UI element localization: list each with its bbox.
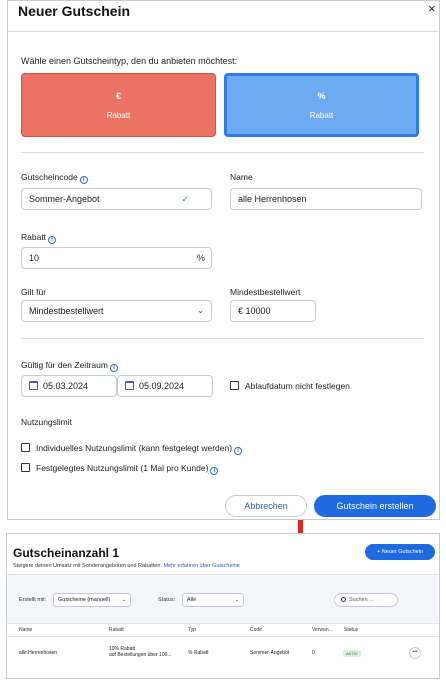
info-icon[interactable]: i <box>210 467 219 475</box>
dialog-title: Neuer Gutschein <box>18 3 131 19</box>
column-header[interactable]: Verwen... <box>312 627 333 633</box>
close-icon[interactable]: × <box>428 2 436 15</box>
checkbox-icon[interactable] <box>230 381 239 390</box>
row-discount-line2: auf Bestellungen über 100... <box>109 652 172 658</box>
status-filter-label: Status: <box>158 597 176 603</box>
row-code: Sommer-Angebot <box>250 650 290 656</box>
divider <box>8 31 439 32</box>
checkbox-icon[interactable] <box>21 463 30 472</box>
checkbox-icon[interactable] <box>21 443 30 452</box>
created-with-label: Erstellt mit: <box>19 597 47 603</box>
search-placeholder: Suchen ... <box>349 597 374 603</box>
coupon-code-label: Gutscheincode i <box>21 172 88 184</box>
page-title: Gutscheinanzahl 1 <box>13 546 120 560</box>
page-subtitle: Steigere deinen Umsatz mit Sonderangebot… <box>13 563 240 569</box>
subtitle-text: Steigere deinen Umsatz mit Sonderangebot… <box>13 563 162 569</box>
table-row[interactable]: alle Herrenhosen 10% Rabatt auf Bestellun… <box>7 637 439 667</box>
validity-period-label-text: Gültig für den Zeitraum <box>21 360 108 370</box>
validity-period-label: Gültig für den Zeitraum i <box>21 360 118 372</box>
applies-to-select[interactable]: Mindestbestellwert ⌄ <box>21 300 212 322</box>
discount-input[interactable]: 10 % <box>21 247 212 269</box>
row-type: % Rabatt <box>188 650 209 656</box>
divider <box>21 338 424 339</box>
status-filter-value: Alle <box>187 597 197 603</box>
coupon-type-percent-discount[interactable]: % Rabatt <box>224 73 419 137</box>
calendar-icon <box>29 381 38 390</box>
row-uses: 0 <box>312 650 315 656</box>
discount-value: 10 <box>29 253 40 263</box>
column-header[interactable]: Typ <box>188 627 196 633</box>
column-header[interactable]: Code <box>250 627 262 633</box>
info-icon[interactable]: i <box>234 447 243 455</box>
created-with-value: Gutscheine (manuell) <box>58 597 111 603</box>
coupon-code-input[interactable]: Sommer-Angebot ✓ <box>21 188 212 210</box>
end-date-value: 05.09.2024 <box>139 381 185 391</box>
individual-limit-checkbox[interactable]: Individuelles Nutzungslimit (kann festge… <box>21 443 243 455</box>
search-input[interactable]: Suchen ... <box>334 593 398 607</box>
chevron-down-icon: ⌄ <box>197 306 204 315</box>
status-filter-select[interactable]: Alle ⌄ <box>182 593 244 607</box>
percent-icon: % <box>317 91 326 101</box>
coupon-type-euro-discount[interactable]: € Rabatt <box>21 73 216 137</box>
discount-label: Rabatt i <box>21 232 57 244</box>
coupon-type-label: Rabatt <box>309 111 334 120</box>
info-icon[interactable]: i <box>109 364 118 372</box>
no-expiry-checkbox[interactable]: Ablaufdatum nicht festlegen <box>230 381 350 391</box>
coupon-type-prompt: Wähle einen Gutscheintyp, den du anbiete… <box>21 56 238 66</box>
percent-suffix: % <box>196 253 205 263</box>
individual-limit-label: Individuelles Nutzungslimit (kann festge… <box>36 443 233 453</box>
coupon-list-panel: Gutscheinanzahl 1 Steigere deinen Umsatz… <box>6 533 440 679</box>
column-header[interactable]: Name <box>19 627 32 633</box>
check-icon: ✓ <box>181 194 189 204</box>
chevron-down-icon: ⌄ <box>234 597 239 603</box>
name-label: Name <box>230 172 253 182</box>
status-badge: AKTIV <box>343 650 361 657</box>
table-header: Name Rabatt Typ Code Verwen... Status <box>7 623 439 637</box>
calendar-icon <box>125 381 134 390</box>
start-date-input[interactable]: 05.03.2024 <box>21 375 117 397</box>
column-header[interactable]: Rabatt <box>109 627 124 633</box>
chevron-down-icon: ⌄ <box>121 597 126 603</box>
name-input[interactable]: alle Herrenhosen <box>230 188 422 210</box>
discount-label-text: Rabatt <box>21 232 47 242</box>
coupon-type-label: Rabatt <box>106 111 131 120</box>
new-coupon-button[interactable]: + Neuer Gutschein <box>365 544 435 560</box>
divider <box>21 152 424 153</box>
fixed-limit-label: Festgelegtes Nutzungslimit (1 Mal pro Ku… <box>36 463 209 473</box>
min-order-input[interactable]: € 10000 <box>230 300 316 322</box>
info-icon[interactable]: i <box>79 176 88 184</box>
start-date-value: 05.03.2024 <box>43 381 89 391</box>
fixed-limit-checkbox[interactable]: Festgelegtes Nutzungslimit (1 Mal pro Ku… <box>21 463 219 475</box>
coupon-code-value: Sommer-Angebot <box>29 194 100 204</box>
end-date-input[interactable]: 05.09.2024 <box>117 375 213 397</box>
filter-bar: Erstellt mit: Gutscheine (manuell) ⌄ Stat… <box>7 574 439 623</box>
min-order-label: Mindestbestellwert <box>230 287 301 297</box>
usage-limit-heading: Nutzungslimit <box>21 417 73 427</box>
more-actions-icon[interactable]: ••• <box>409 647 421 659</box>
applies-to-label: Gilt für <box>21 287 47 297</box>
cancel-button[interactable]: Abbrechen <box>225 495 307 517</box>
create-coupon-button[interactable]: Gutschein erstellen <box>314 495 436 517</box>
row-discount: 10% Rabatt auf Bestellungen über 100... <box>109 646 172 658</box>
column-header[interactable]: Status <box>344 627 358 633</box>
created-with-select[interactable]: Gutscheine (manuell) ⌄ <box>53 593 131 607</box>
coupon-code-label-text: Gutscheincode <box>21 172 78 182</box>
new-coupon-dialog: Neuer Gutschein × Wähle einen Gutscheint… <box>7 0 440 520</box>
row-name: alle Herrenhosen <box>19 650 58 656</box>
no-expiry-label: Ablaufdatum nicht festlegen <box>245 381 350 391</box>
search-icon <box>341 597 346 602</box>
learn-more-link[interactable]: Mehr erfahren über Gutscheine <box>163 563 239 569</box>
euro-icon: € <box>115 91 121 101</box>
info-icon[interactable]: i <box>48 236 57 244</box>
applies-to-value: Mindestbestellwert <box>29 306 104 316</box>
